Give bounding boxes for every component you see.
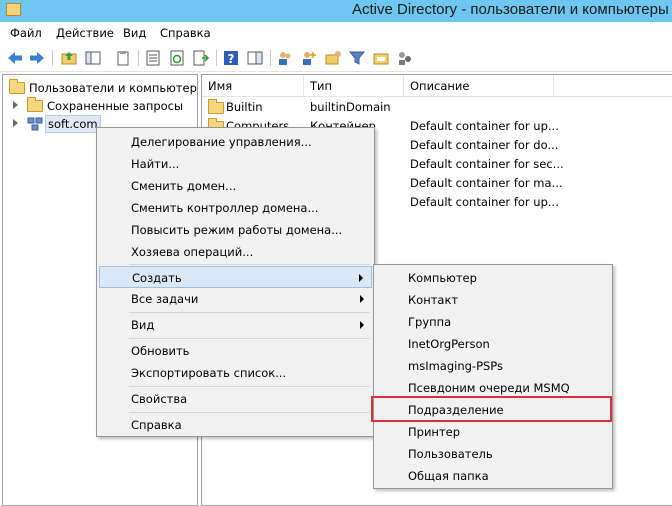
menu-item-view[interactable]: Вид bbox=[99, 314, 372, 336]
folder-icon bbox=[27, 97, 43, 112]
column-header-description[interactable]: Описание bbox=[404, 75, 554, 97]
toolbar: ? bbox=[0, 44, 672, 72]
refresh-icon[interactable] bbox=[168, 49, 186, 67]
menu-separator bbox=[129, 264, 370, 265]
highlight-annotation bbox=[371, 396, 612, 422]
submenu-item-printer[interactable]: Принтер bbox=[376, 421, 610, 443]
window-title: Active Directory - пользователи и компью… bbox=[352, 1, 669, 18]
menu-item-properties[interactable]: Свойства bbox=[99, 388, 372, 410]
menu-separator bbox=[129, 312, 370, 313]
menu-item-delegate[interactable]: Делегирование управления... bbox=[99, 131, 372, 153]
submenu-arrow-icon bbox=[359, 274, 363, 282]
folder-icon bbox=[208, 99, 224, 114]
toolbar-separator bbox=[52, 50, 53, 66]
toolbar-separator bbox=[138, 50, 139, 66]
menu-item-change-dc[interactable]: Сменить контроллер домена... bbox=[99, 197, 372, 219]
action-pane-icon[interactable] bbox=[246, 49, 264, 67]
menu-item-find[interactable]: Найти... bbox=[99, 153, 372, 175]
menu-file[interactable]: Файл bbox=[10, 26, 42, 40]
filter-icon[interactable] bbox=[348, 49, 366, 67]
row-description: Default container for up... bbox=[410, 195, 559, 209]
row-description: Default container for ma... bbox=[410, 176, 563, 190]
menu-separator bbox=[129, 412, 370, 413]
toolbar-separator bbox=[270, 50, 271, 66]
submenu-item-user[interactable]: Пользователь bbox=[376, 443, 610, 465]
console-tree-icon[interactable] bbox=[84, 49, 102, 67]
clipboard-icon[interactable] bbox=[114, 49, 132, 67]
expand-icon[interactable] bbox=[13, 101, 18, 109]
toolbar-separator bbox=[216, 50, 217, 66]
submenu-item-shared-folder[interactable]: Общая папка bbox=[376, 465, 610, 487]
delegate-icon[interactable] bbox=[396, 49, 414, 67]
column-headers: Имя Тип Описание bbox=[202, 75, 672, 97]
back-arrow-icon[interactable] bbox=[6, 49, 24, 67]
add-user-icon[interactable] bbox=[300, 49, 318, 67]
tree-domain-label: soft.com bbox=[45, 115, 101, 133]
users-icon[interactable] bbox=[276, 49, 294, 67]
submenu-item-computer[interactable]: Компьютер bbox=[376, 267, 610, 289]
menu-item-raise-level[interactable]: Повысить режим работы домена... bbox=[99, 219, 372, 241]
submenu-item-msimaging-psps[interactable]: msImaging-PSPs bbox=[376, 355, 610, 377]
svg-text:?: ? bbox=[228, 52, 235, 66]
expand-icon[interactable] bbox=[13, 119, 18, 127]
submenu-new: Компьютер Контакт Группа InetOrgPerson m… bbox=[373, 264, 613, 489]
row-description: Default container for up... bbox=[410, 119, 559, 133]
new-folder-icon[interactable] bbox=[372, 49, 390, 67]
submenu-item-inetorgperson[interactable]: InetOrgPerson bbox=[376, 333, 610, 355]
menu-item-help[interactable]: Справка bbox=[99, 414, 372, 436]
row-name: Builtin bbox=[226, 100, 263, 114]
menu-bar: Файл Действие Вид Справка bbox=[0, 22, 672, 44]
submenu-arrow-icon bbox=[360, 321, 364, 329]
tree-saved-queries[interactable]: Сохраненные запросы bbox=[3, 97, 197, 115]
column-header-type[interactable]: Тип bbox=[304, 75, 404, 97]
menu-item-change-domain[interactable]: Сменить домен... bbox=[99, 175, 372, 197]
column-header-name[interactable]: Имя bbox=[202, 75, 304, 97]
menu-item-operations-masters[interactable]: Хозяева операций... bbox=[99, 241, 372, 263]
menu-action[interactable]: Действие bbox=[56, 26, 114, 40]
menu-view[interactable]: Вид bbox=[123, 26, 146, 40]
up-folder-icon[interactable] bbox=[60, 49, 78, 67]
help-icon[interactable]: ? bbox=[222, 49, 240, 67]
menu-item-refresh[interactable]: Обновить bbox=[99, 340, 372, 362]
tree-saved-queries-label: Сохраненные запросы bbox=[47, 99, 184, 113]
tree-root[interactable]: Пользователи и компьютеры А bbox=[3, 79, 197, 97]
row-description: Default container for sec... bbox=[410, 157, 564, 171]
tree-root-label: Пользователи и компьютеры А bbox=[29, 81, 197, 95]
app-icon bbox=[6, 3, 21, 16]
submenu-arrow-icon bbox=[360, 295, 364, 303]
row-type: builtinDomain bbox=[310, 100, 391, 114]
table-row[interactable]: Builtin builtinDomain bbox=[202, 97, 672, 116]
folder-icon bbox=[9, 79, 25, 94]
menu-separator bbox=[129, 338, 370, 339]
domain-icon bbox=[27, 117, 43, 131]
context-menu: Делегирование управления... Найти... Сме… bbox=[96, 127, 375, 437]
add-group-icon[interactable] bbox=[324, 49, 342, 67]
menu-item-all-tasks[interactable]: Все задачи bbox=[99, 288, 372, 310]
row-description: Default container for do... bbox=[410, 138, 559, 152]
menu-separator bbox=[129, 386, 370, 387]
menu-item-new[interactable]: Создать bbox=[99, 266, 372, 288]
export-list-icon[interactable] bbox=[192, 49, 210, 67]
menu-item-export[interactable]: Экспортировать список... bbox=[99, 362, 372, 384]
menu-help[interactable]: Справка bbox=[160, 26, 211, 40]
submenu-item-contact[interactable]: Контакт bbox=[376, 289, 610, 311]
submenu-item-group[interactable]: Группа bbox=[376, 311, 610, 333]
forward-arrow-icon[interactable] bbox=[28, 49, 46, 67]
title-bar: Active Directory - пользователи и компью… bbox=[0, 0, 672, 22]
properties-icon[interactable] bbox=[144, 49, 162, 67]
